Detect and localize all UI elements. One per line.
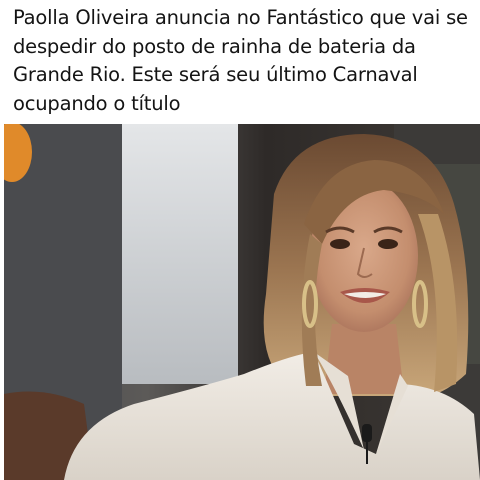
post-text: Paolla Oliveira anuncia no Fantástico qu…: [13, 6, 468, 115]
post-media[interactable]: [4, 124, 480, 480]
woman-speaking-photo: [4, 124, 480, 480]
